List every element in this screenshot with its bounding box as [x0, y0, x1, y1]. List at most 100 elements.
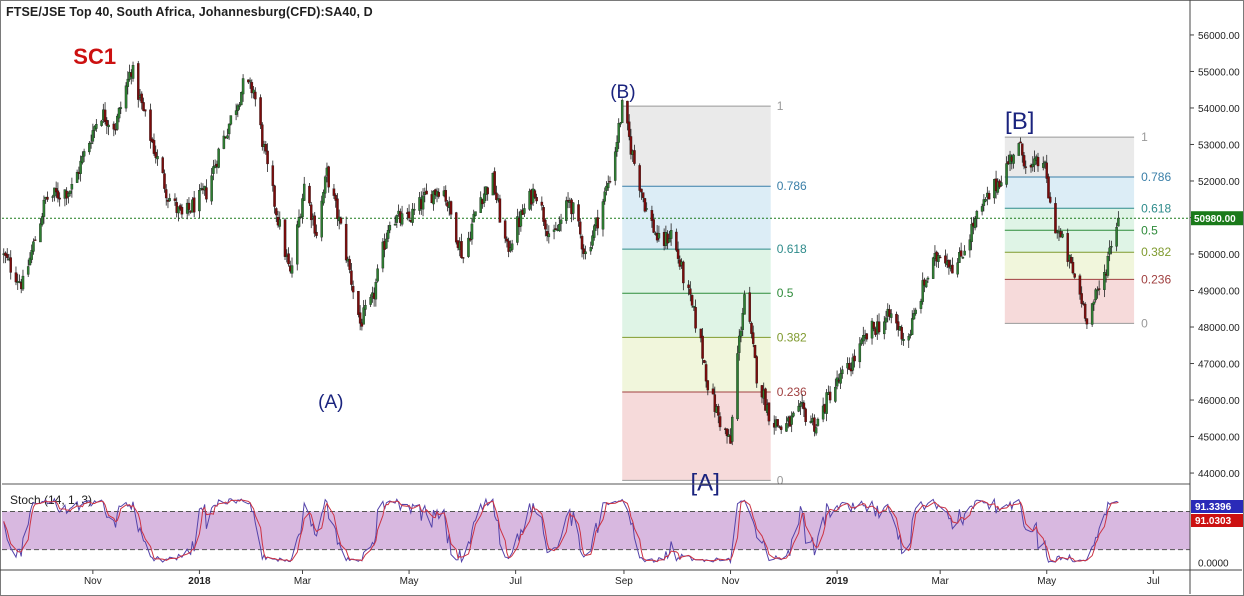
y-tick-label: 48000.00 [1198, 323, 1240, 334]
candle-body [1108, 247, 1111, 255]
y-tick-label: 54000.00 [1198, 104, 1240, 115]
candle-body [131, 65, 135, 79]
candle-body [357, 291, 360, 315]
candle-body [937, 255, 940, 262]
candle-body [100, 120, 103, 126]
candle-body [358, 312, 362, 324]
candle-body [421, 195, 425, 210]
candle-body [369, 297, 372, 305]
candle-body [641, 192, 645, 198]
candle-body [834, 386, 837, 402]
chart-canvas[interactable]: 1 0.786 0.618 0.5 0.382 0.236 0 1 0.786 0.618 0.5 0… [0, 0, 1244, 596]
candle-body [652, 219, 655, 233]
candle-body [226, 135, 229, 139]
candle-body [593, 225, 596, 238]
candle-body [750, 322, 753, 334]
candle-body [32, 241, 35, 252]
annotations-layer: SC1 (A) (B) [A] [B] [73, 44, 1034, 497]
candle-body [627, 121, 631, 137]
candle-body [266, 150, 269, 165]
candle-body [308, 185, 311, 204]
x-tick-label: Jul [1147, 576, 1160, 587]
candle-body [559, 219, 563, 224]
stoch-k-label: 91.3396 [1195, 502, 1232, 513]
candle-body [164, 189, 168, 199]
candle-body [14, 272, 18, 283]
candle-body [1012, 154, 1015, 164]
candle-body [229, 115, 233, 125]
candle-body [1092, 301, 1096, 305]
candle-body [486, 187, 489, 195]
candle-body [1094, 289, 1097, 301]
candle-body [657, 233, 661, 239]
candle-body [1106, 256, 1110, 276]
candle-body [1048, 196, 1052, 203]
candle-body [454, 212, 458, 243]
candle-body [275, 208, 278, 216]
candle-body [1022, 155, 1026, 167]
candle-body [797, 405, 800, 412]
candle-body [617, 123, 620, 143]
candle-body [816, 418, 820, 426]
candle-body [278, 219, 282, 227]
candle-body [1117, 217, 1120, 227]
candle-body [1017, 143, 1021, 156]
candle-body [565, 200, 568, 221]
candle-body [95, 123, 98, 129]
candle-body [259, 97, 262, 126]
candle-body [1083, 303, 1087, 319]
candle-body [910, 318, 914, 335]
candle-body [907, 336, 910, 341]
candle-body [470, 223, 474, 240]
candle-body [802, 402, 806, 410]
candle-body [444, 190, 448, 202]
candle-body [669, 230, 673, 239]
candle-body [767, 402, 771, 422]
candle-body [161, 157, 164, 174]
candle-body [544, 219, 547, 230]
candle-body [474, 211, 477, 216]
wave-label: [B] [1005, 108, 1034, 135]
candle-body [411, 208, 414, 223]
candle-body [376, 268, 379, 282]
candle-body [400, 213, 404, 225]
candle-body [5, 254, 9, 258]
candle-body [493, 171, 496, 194]
candle-body [362, 307, 365, 325]
candle-body [187, 202, 191, 210]
candle-body [261, 124, 264, 147]
candle-body [694, 306, 697, 329]
candle-body [1115, 226, 1118, 247]
candle-body [676, 249, 680, 259]
x-tick-label: May [1037, 576, 1056, 587]
candle-body [572, 202, 575, 214]
candle-body [1061, 233, 1064, 238]
candle-body [890, 313, 893, 318]
candle-body [163, 173, 166, 189]
candle-body [327, 166, 330, 188]
x-tick-label: Mar [932, 576, 950, 587]
candle-body [601, 201, 605, 230]
candle-body [301, 198, 304, 218]
fib-level-label: 0.618 [777, 242, 807, 256]
candle-body [814, 427, 818, 434]
candle-body [547, 233, 551, 238]
x-tick-label: 2018 [188, 576, 211, 587]
candle-body [82, 151, 86, 157]
candle-body [1041, 163, 1045, 168]
candle-body [615, 142, 619, 152]
candle-body [919, 300, 923, 309]
fib-level-label: 1 [1141, 130, 1148, 144]
candle-body [89, 142, 93, 144]
candle-body [558, 224, 561, 231]
candle-body [1080, 293, 1083, 304]
candle-body [779, 426, 783, 430]
candle-body [1096, 289, 1099, 292]
fib-band [1004, 230, 1135, 253]
candle-body [42, 199, 46, 217]
fib-level-label: 1 [777, 99, 784, 113]
candle-body [510, 243, 514, 250]
candle-body [687, 284, 690, 289]
candle-body [987, 193, 991, 200]
candle-body [152, 140, 156, 154]
